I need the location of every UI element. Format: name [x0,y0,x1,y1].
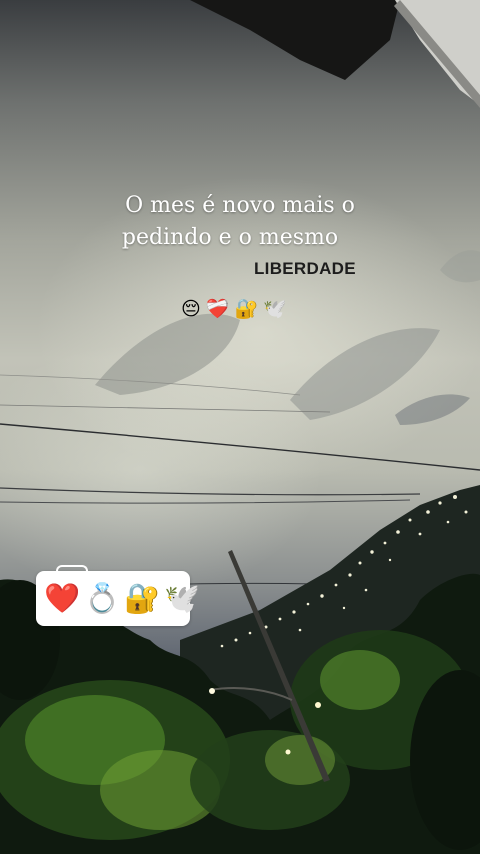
red-heart-icon: ❤️ [44,581,81,615]
caption-line-1: O mes é novo mais o [125,193,355,218]
dove-icon: 🕊️ [164,581,201,615]
mending-heart-icon: ❤️‍🩹 [205,297,230,320]
night-scene-photo [0,0,480,854]
sticker-handle [56,565,88,575]
pensive-face-icon: 😔 [181,297,201,320]
locked-with-key-icon: 🔐 [234,297,259,320]
ring-icon: 💍 [84,581,121,615]
story-caption: O mes é novo mais o pedindo e o mesmo [0,190,480,254]
story-view[interactable]: O mes é novo mais o pedindo e o mesmo LI… [0,0,480,854]
caption-line-2: pedindo e o mesmo [121,225,339,250]
liberdade-tag: LIBERDADE [254,259,356,278]
emoji-row: 😔 ❤️‍🩹 🔐 🕊️ [181,296,287,322]
dove-icon: 🕊️ [263,297,287,320]
locked-with-key-icon: 🔐 [124,581,161,615]
emoji-sticker[interactable]: ❤️ 💍 🔐 🕊️ [36,565,200,626]
